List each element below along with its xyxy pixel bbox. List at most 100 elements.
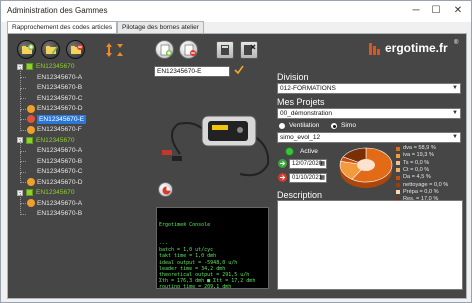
calendar-icon[interactable]: ▦: [319, 160, 325, 168]
calculator-clear-icon: [244, 44, 256, 55]
maximize-button[interactable]: ☐: [427, 3, 445, 19]
tree-article-item[interactable]: EN12345670-D: [37, 178, 82, 187]
legend-swatch: [396, 153, 400, 158]
expand-all-icon[interactable]: [105, 42, 113, 58]
calculator-icon: [221, 45, 229, 55]
tree-article-item[interactable]: EN12345670-D: [37, 104, 82, 113]
tree-article-item[interactable]: EN12345670-B: [37, 209, 82, 218]
pie-legend: dva = 58,9 % iva = 19,3 % Ts = 0,0 % Ct = 0…: [396, 145, 464, 205]
clear-button[interactable]: [240, 41, 258, 59]
ergotime-console: Ergotime® Console --- batch = 1,0 ut/cyc t…: [156, 207, 269, 289]
legend-label: Ct = 0,0 %: [403, 166, 430, 173]
console-line: routing time = 209,1 dmh: [159, 284, 232, 289]
tree-connector: [20, 78, 26, 89]
pie-center: [357, 159, 375, 171]
tree-group-item[interactable]: EN12345670: [36, 136, 75, 145]
division-value: 012-FORMATIONS: [280, 85, 336, 92]
chevron-down-icon: ▼: [452, 134, 458, 140]
stats-button[interactable]: [158, 182, 173, 197]
description-label: Description: [277, 190, 323, 200]
legend-swatch: [396, 190, 400, 195]
legend-item: Prépa = 0,0 %: [396, 189, 464, 196]
legend-label: Da = 4,5 %: [403, 174, 431, 181]
logo-text: ergotime.fr: [385, 41, 448, 55]
end-date-field[interactable]: 01/10/2021 ▦: [289, 173, 327, 183]
console-title: Ergotime® Console: [159, 222, 211, 229]
window-title: Administration des Gammes: [7, 6, 108, 15]
tree-article-item[interactable]: EN12345670-B: [37, 157, 82, 166]
legend-label: dva = 58,9 %: [403, 145, 436, 151]
tree-article-item[interactable]: EN12345670-E: [37, 114, 87, 124]
status-orange-icon: [27, 199, 35, 207]
chevron-down-icon: ▼: [452, 110, 458, 116]
tree-article-item[interactable]: EN12345670-A: [37, 146, 82, 155]
legend-label: iva = 19,3 %: [403, 152, 434, 159]
description-textarea[interactable]: [277, 200, 463, 290]
tree-article-item[interactable]: EN12345670-A: [37, 73, 82, 82]
simo-value: simo_evol_12: [280, 134, 321, 141]
legend-label: nettoyage = 0,0 %: [403, 181, 449, 188]
legend-swatch: [396, 175, 400, 180]
minimize-button[interactable]: ─: [407, 3, 425, 19]
end-date-value: 01/10/2021: [292, 175, 323, 181]
add-document-button[interactable]: [155, 40, 174, 59]
tree-group-item[interactable]: EN12345670: [36, 62, 75, 71]
start-arrow-icon: [278, 159, 287, 168]
pie-chart: [339, 147, 393, 188]
radio-ventilation[interactable]: [278, 122, 286, 130]
console-lines: --- batch = 1,0 ut/cyc takt time = 1,0 dmh…: [159, 241, 266, 289]
active-toggle-icon[interactable]: [285, 147, 294, 156]
simo-dropdown[interactable]: simo_evol_12 ▼: [277, 132, 461, 143]
group-node-icon: [26, 189, 33, 196]
legend-item: dva = 58,9 %: [396, 145, 464, 152]
division-dropdown[interactable]: 012-FORMATIONS ▼: [277, 83, 461, 94]
delete-document-button[interactable]: [179, 40, 198, 59]
projets-dropdown[interactable]: 00_démonstration ▼: [277, 108, 461, 119]
tree-article-item[interactable]: EN12345670-C: [37, 167, 82, 176]
tree-article-item[interactable]: EN12345670-B: [37, 83, 82, 92]
legend-swatch: [396, 168, 400, 173]
article-code-field[interactable]: EN12345670-E: [154, 66, 230, 77]
checkmark-icon: [234, 65, 244, 75]
chevron-down-icon: ▼: [452, 85, 458, 91]
legend-item: Ct = 0,0 %: [396, 167, 464, 174]
edit-folder-icon: [46, 46, 58, 54]
start-date-field[interactable]: 12/07/2020 ▦: [289, 159, 327, 169]
tree-connector: [20, 151, 26, 162]
status-orange-icon: [27, 178, 35, 186]
radio-simo[interactable]: [330, 122, 338, 130]
edit-folder-button[interactable]: [41, 40, 60, 59]
product-image: [160, 94, 276, 184]
ergotime-logo-icon: [369, 43, 380, 55]
tree-connector: [20, 204, 26, 215]
add-folder-button[interactable]: [17, 40, 36, 59]
tree-group-item[interactable]: EN12345670: [36, 188, 75, 197]
calculator-button[interactable]: [216, 41, 234, 59]
main-panel: ergotime.fr ® - EN12345670 EN12345670-A EN1…: [7, 33, 467, 299]
delete-folder-button[interactable]: [66, 40, 85, 59]
status-orange-icon: [27, 125, 35, 134]
group-node-icon: [26, 63, 33, 70]
tree-connector: [20, 162, 26, 173]
legend-label: Ts = 0,0 %: [403, 159, 430, 166]
calendar-icon[interactable]: ▦: [319, 174, 325, 182]
stats-icon: [162, 186, 171, 195]
start-date-value: 12/07/2020: [292, 161, 323, 167]
legend-item: iva = 19,3 %: [396, 152, 464, 159]
close-button[interactable]: ✕: [449, 3, 467, 19]
group-node-icon: [26, 136, 33, 144]
legend-label: Prépa = 0,0 %: [403, 188, 439, 195]
add-folder-icon: [22, 44, 34, 54]
tree-connector: [20, 67, 26, 78]
collapse-all-icon[interactable]: [116, 42, 124, 58]
tree-article-item[interactable]: EN12345670-A: [37, 199, 82, 208]
tree-connector: [20, 99, 26, 110]
tree-article-item[interactable]: EN12345670-C: [37, 94, 82, 103]
end-arrow-icon: [278, 173, 287, 182]
tree-article-item[interactable]: EN12345670-F: [37, 125, 82, 134]
projets-label: Mes Projets: [277, 97, 325, 107]
tree-connector: [20, 88, 26, 99]
add-document-icon: [160, 44, 172, 56]
division-label: Division: [277, 72, 309, 82]
tree-connector: [20, 193, 26, 204]
